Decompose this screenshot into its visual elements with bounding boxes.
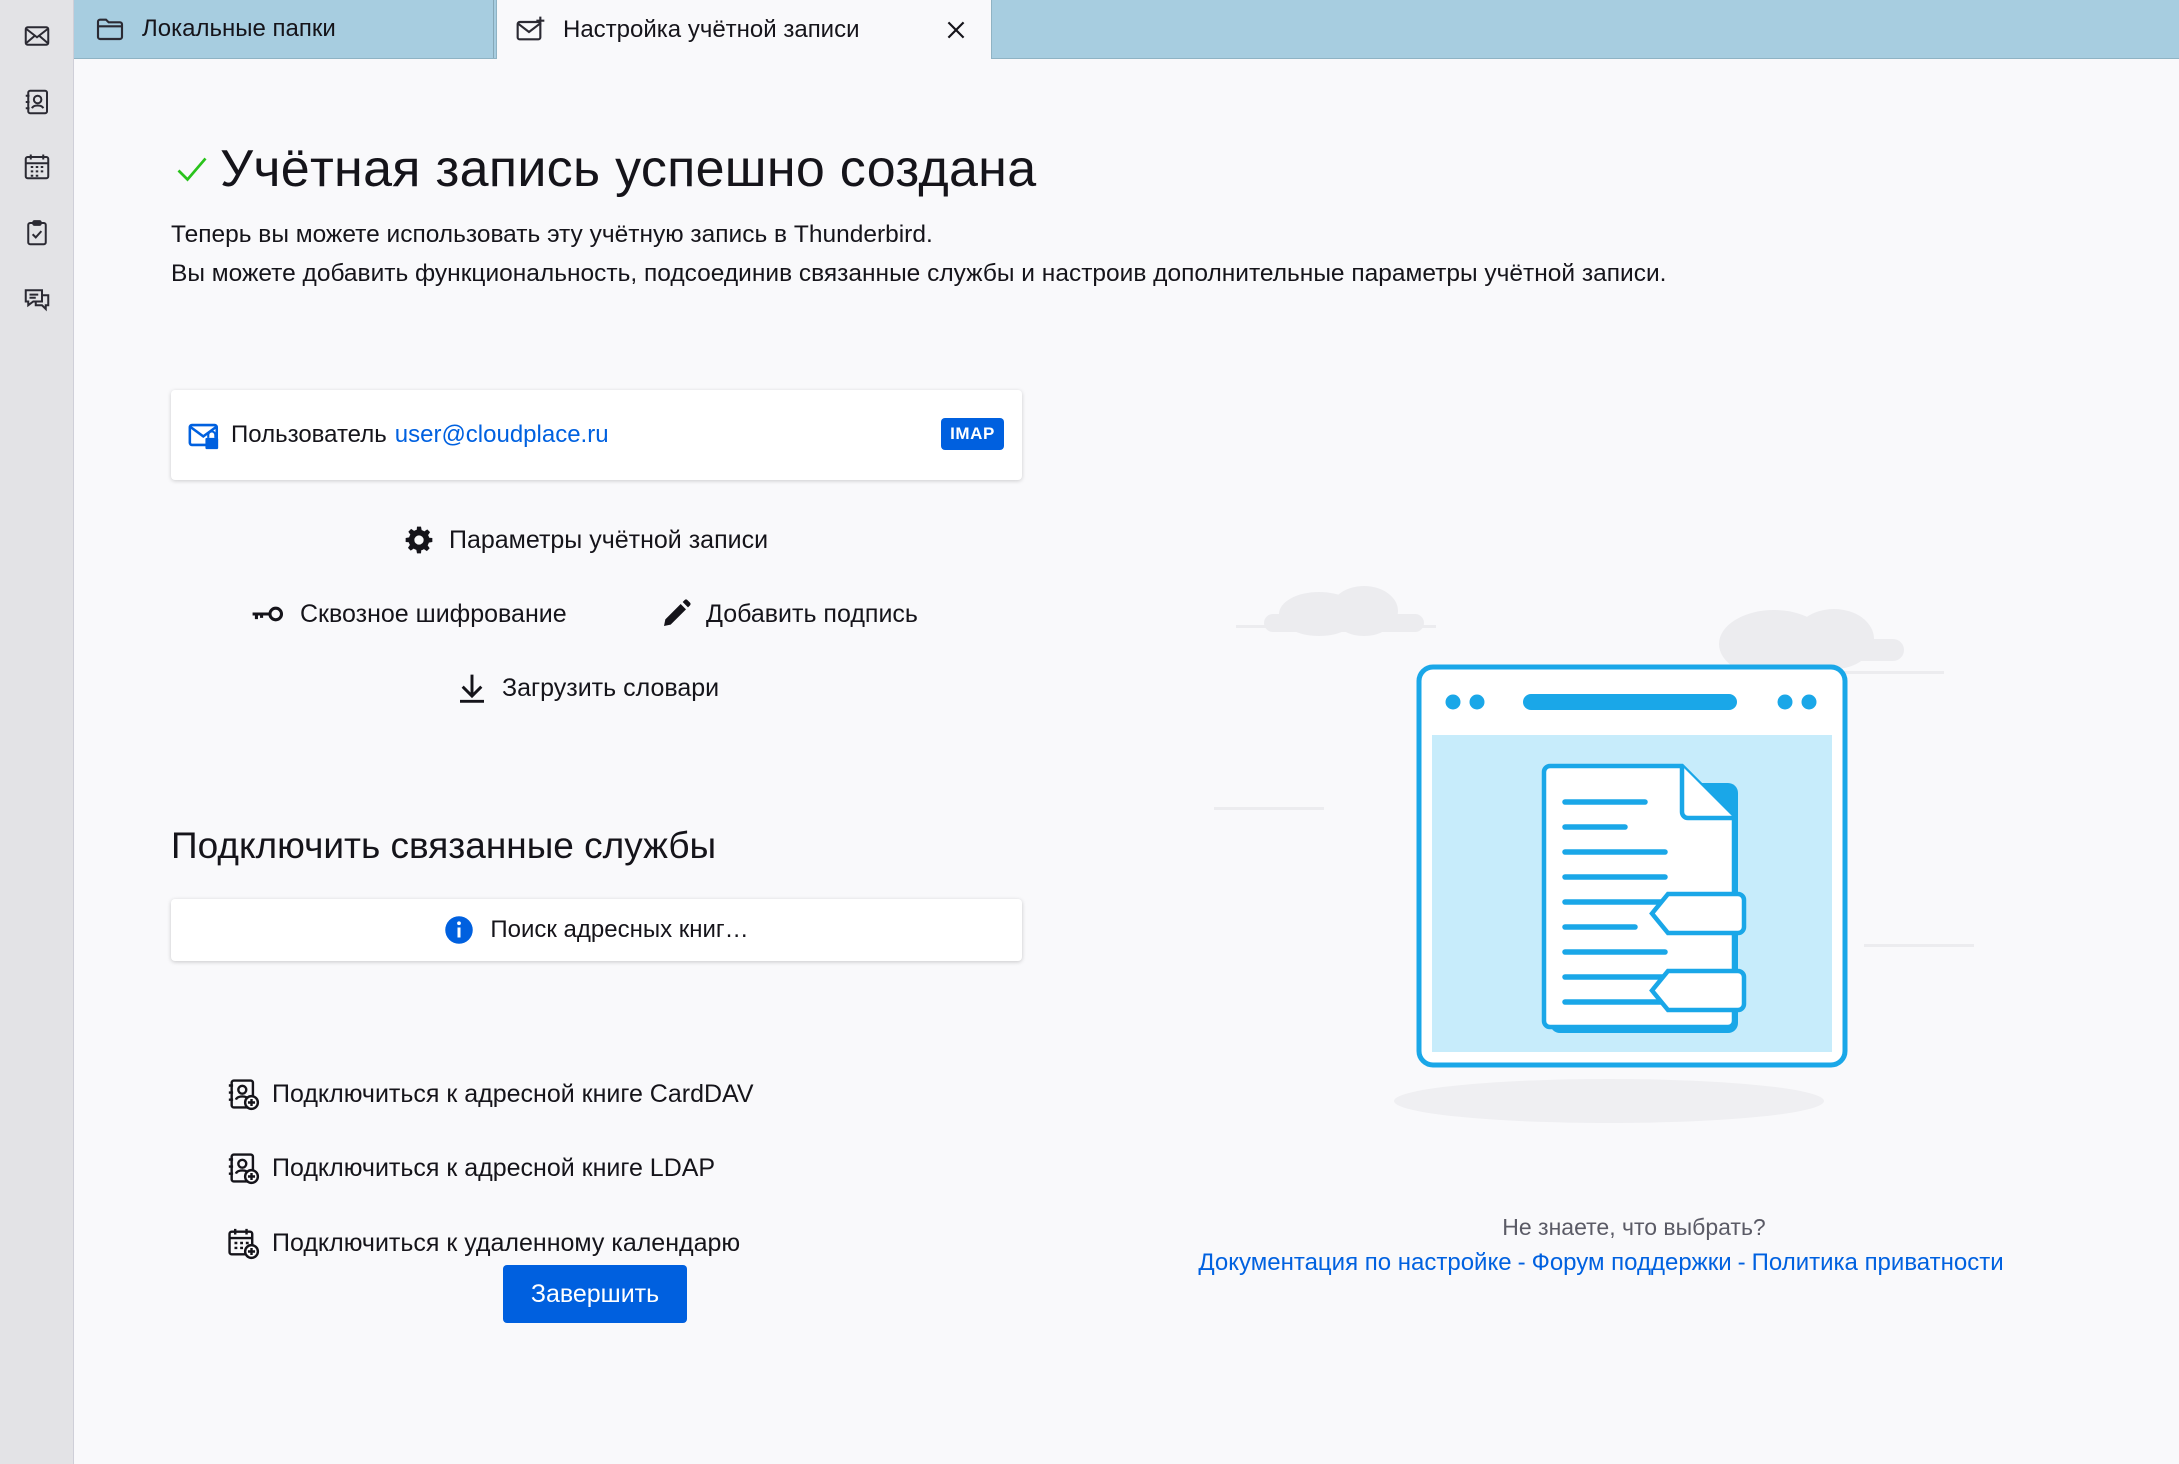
connect-ldap-label: Подключиться к адресной книге LDAP bbox=[272, 1153, 716, 1182]
tab-account-setup[interactable]: Настройка учётной записи bbox=[496, 0, 992, 59]
calendar-add-icon bbox=[228, 1228, 260, 1260]
pencil-icon bbox=[664, 599, 691, 626]
download-dictionaries-label: Загрузить словари bbox=[502, 673, 720, 702]
services-section-title: Подключить связанные службы bbox=[171, 825, 717, 866]
help-links: Документация по настройке - Форум поддержк… bbox=[1151, 1249, 2051, 1277]
connect-ldap-button[interactable]: Подключиться к адресной книге LDAP bbox=[226, 1151, 715, 1185]
address-book-add-icon bbox=[228, 1079, 260, 1111]
tab-local-folders[interactable]: Локальные папки bbox=[74, 0, 494, 58]
calendar-icon bbox=[24, 154, 50, 180]
connect-carddav-label: Подключиться к адресной книге CardDAV bbox=[272, 1079, 754, 1108]
support-forum-link[interactable]: Форум поддержки bbox=[1532, 1249, 1732, 1276]
address-book-icon bbox=[25, 89, 48, 115]
connect-carddav-button[interactable]: Подключиться к адресной книге CardDAV bbox=[226, 1077, 754, 1111]
link-separator: - bbox=[1517, 1249, 1526, 1276]
link-separator: - bbox=[1737, 1249, 1746, 1276]
finish-button[interactable]: Завершить bbox=[503, 1265, 687, 1323]
mail-space-button[interactable] bbox=[17, 16, 57, 56]
page-title-text: Учётная запись успешно создана bbox=[220, 140, 1037, 198]
download-icon bbox=[460, 674, 484, 703]
connect-calendar-button[interactable]: Подключиться к удаленному календарю bbox=[226, 1226, 740, 1260]
tab-bar: Локальные папки Настройка учётной записи bbox=[74, 0, 2179, 59]
search-address-books-label: Поиск адресных книг… bbox=[490, 916, 749, 943]
close-tab-icon[interactable] bbox=[943, 17, 969, 43]
tasks-icon bbox=[27, 220, 47, 246]
description-line-1: Теперь вы можете использовать эту учётну… bbox=[171, 221, 933, 248]
connect-calendar-label: Подключиться к удаленному календарю bbox=[272, 1228, 741, 1257]
privacy-policy-link[interactable]: Политика приватности bbox=[1752, 1249, 2004, 1276]
account-user-label: Пользователь bbox=[231, 421, 387, 448]
e2e-encryption-button[interactable]: Сквозное шифрование bbox=[250, 598, 567, 630]
info-icon bbox=[445, 916, 474, 944]
account-setup-page: Учётная запись успешно создана Теперь вы… bbox=[74, 59, 2179, 1464]
chat-icon bbox=[24, 289, 50, 312]
account-email: user@cloudplace.ru bbox=[394, 421, 609, 448]
address-book-add-icon bbox=[228, 1153, 260, 1185]
gear-icon bbox=[405, 526, 433, 554]
help-question: Не знаете, что выбрать? bbox=[1502, 1214, 1766, 1240]
account-settings-label: Параметры учётной записи bbox=[449, 525, 769, 554]
chat-space-button[interactable] bbox=[17, 279, 57, 319]
address-book-space-button[interactable] bbox=[17, 82, 57, 122]
description-line-2: Вы можете добавить функциональность, под… bbox=[171, 260, 1667, 287]
key-icon bbox=[252, 606, 284, 622]
mail-icon bbox=[24, 26, 50, 46]
mail-account-icon bbox=[188, 423, 219, 450]
checkmark-icon bbox=[177, 157, 207, 182]
e2e-encryption-label: Сквозное шифрование bbox=[300, 599, 567, 628]
folder-icon bbox=[94, 13, 126, 45]
download-dictionaries-button[interactable]: Загрузить словари bbox=[456, 672, 719, 704]
mail-setup-icon bbox=[515, 14, 547, 46]
account-settings-button[interactable]: Параметры учётной записи bbox=[403, 524, 768, 556]
calendar-space-button[interactable] bbox=[17, 147, 57, 187]
tab-label: Настройка учётной записи bbox=[563, 15, 860, 43]
document-illustration bbox=[1214, 586, 1974, 1123]
add-signature-label: Добавить подпись bbox=[706, 599, 918, 628]
page-title: Учётная запись успешно создана bbox=[174, 139, 1036, 199]
spaces-toolbar bbox=[0, 0, 74, 1464]
tasks-space-button[interactable] bbox=[17, 213, 57, 253]
search-address-books-button[interactable]: Поиск адресных книг… bbox=[171, 899, 1022, 961]
setup-docs-link[interactable]: Документация по настройке bbox=[1198, 1249, 1511, 1276]
account-card: Пользователь user@cloudplace.ru IMAP bbox=[171, 390, 1022, 480]
protocol-badge: IMAP bbox=[941, 418, 1004, 450]
add-signature-button[interactable]: Добавить подпись bbox=[660, 598, 918, 630]
tab-label: Локальные папки bbox=[142, 15, 336, 42]
